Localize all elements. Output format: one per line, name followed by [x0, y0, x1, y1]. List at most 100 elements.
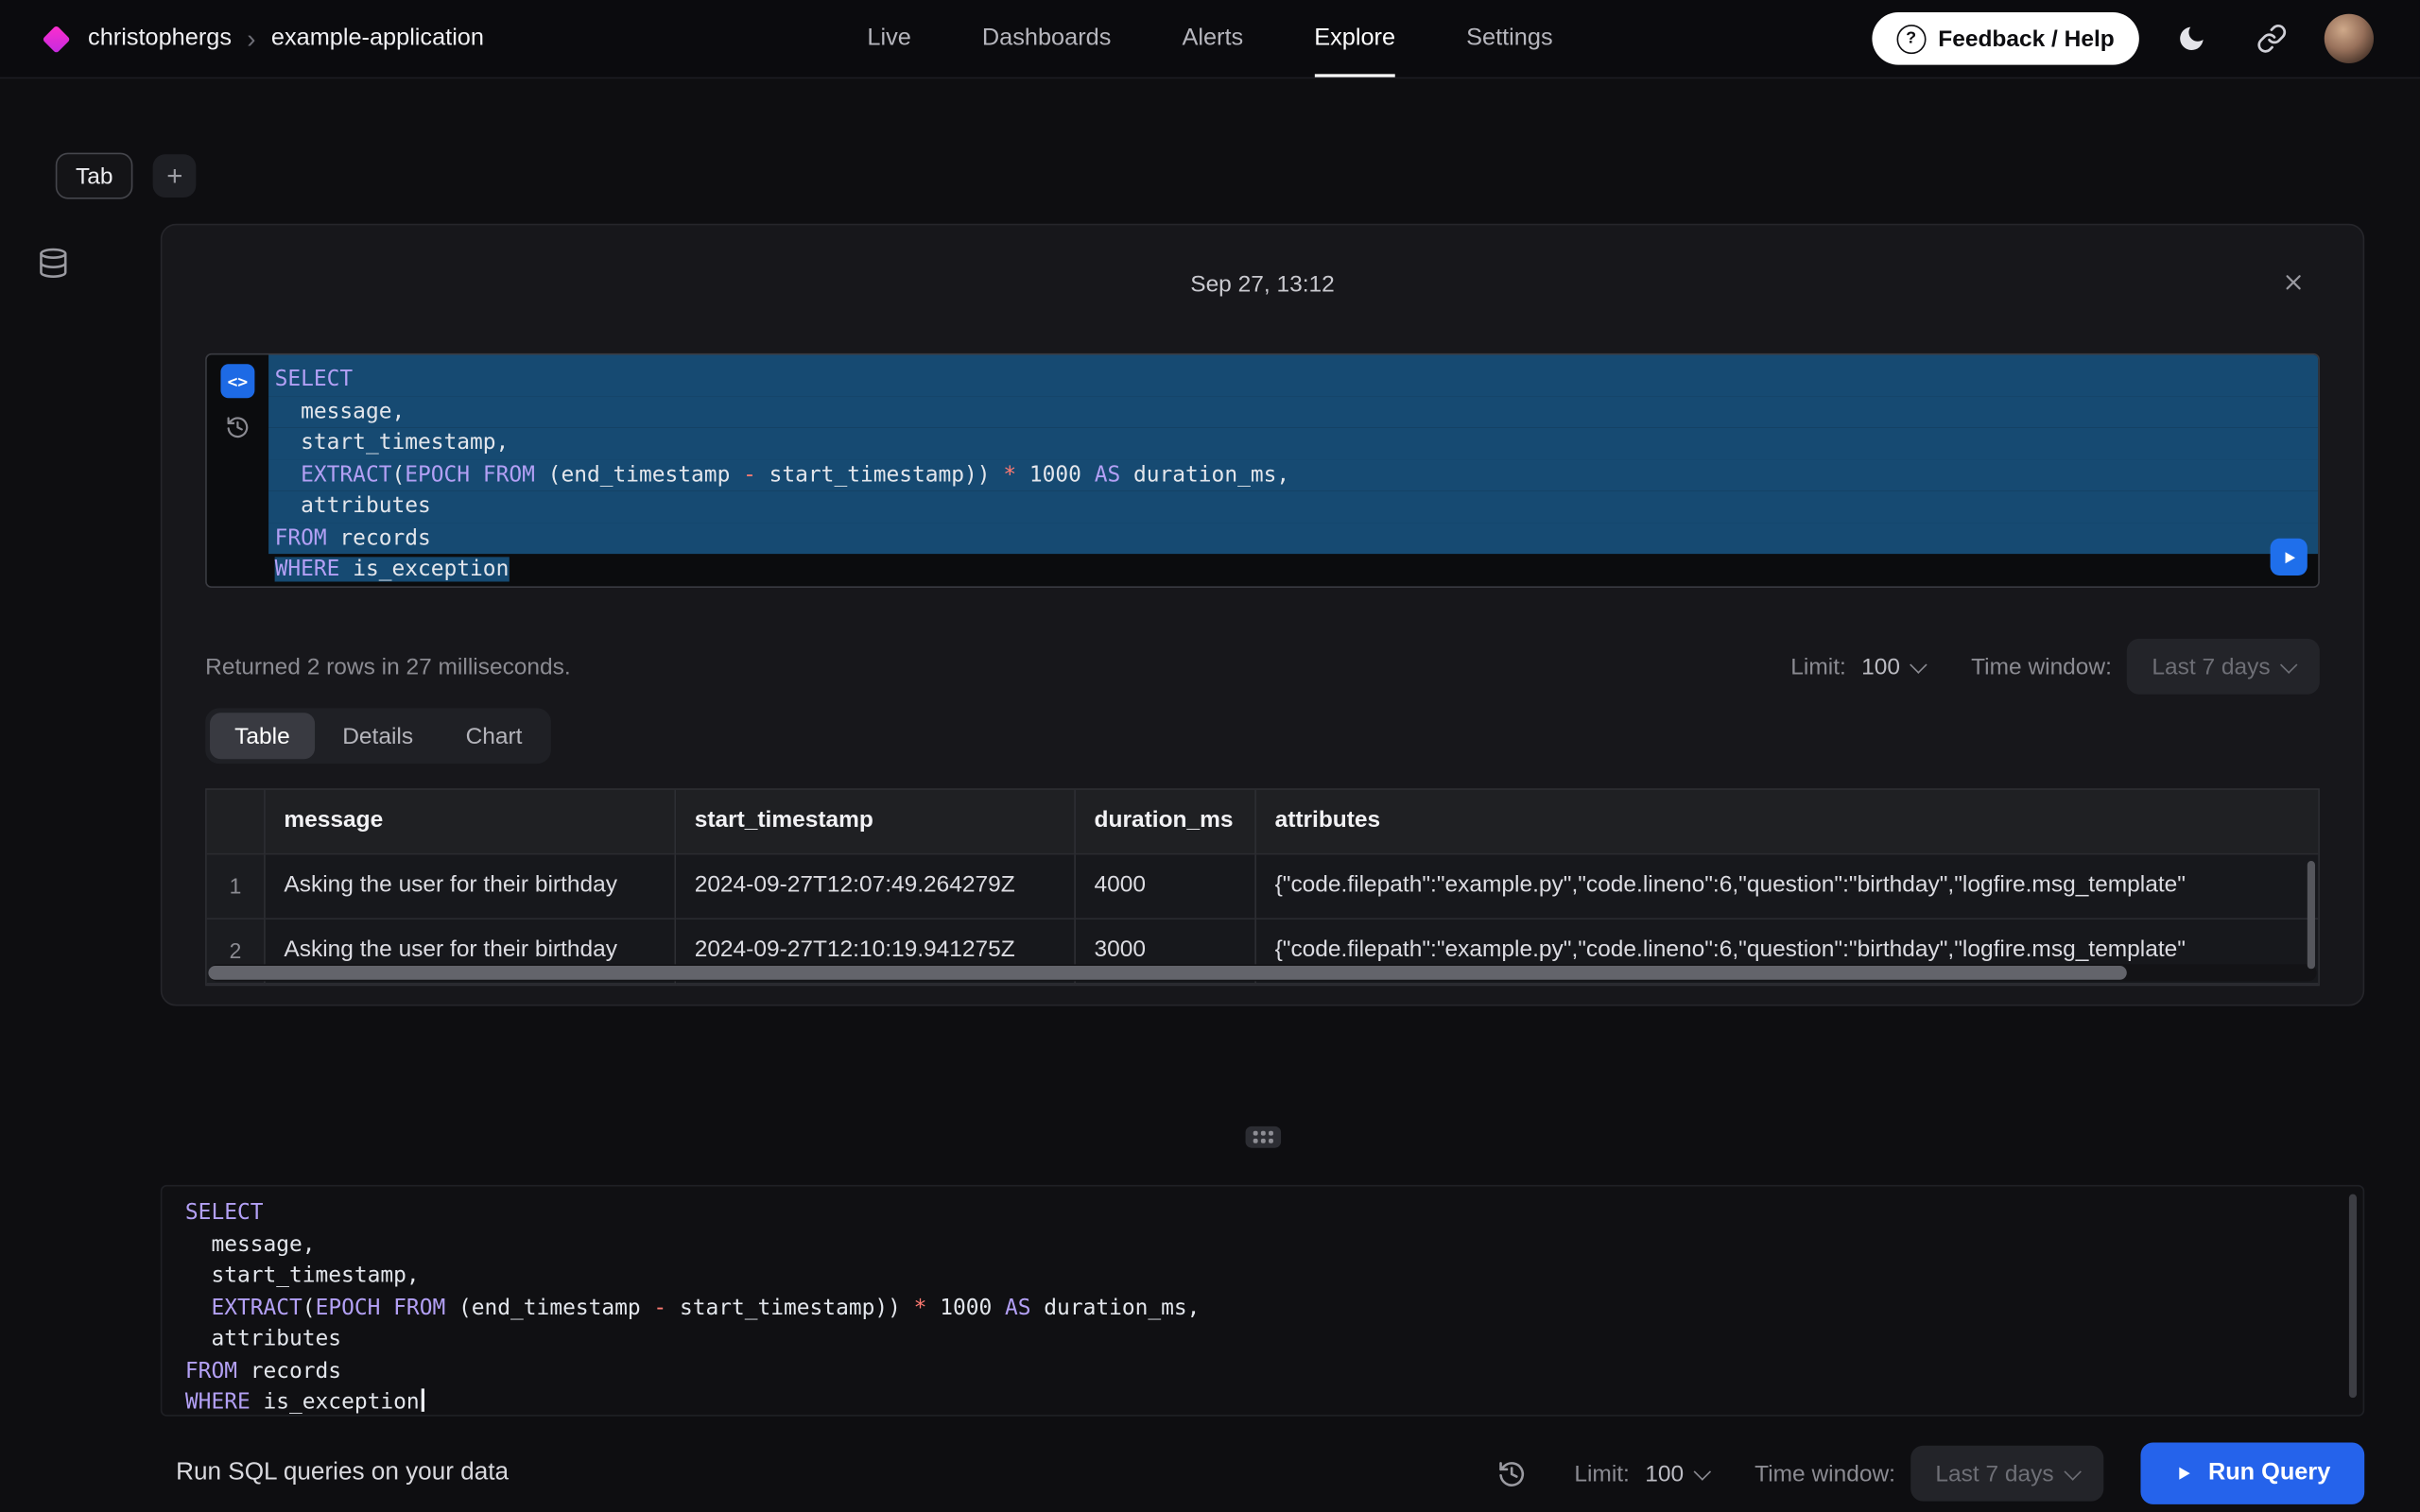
time-window-button[interactable]: Last 7 days [2127, 639, 2320, 695]
run-query-label: Run Query [2208, 1459, 2330, 1486]
breadcrumb-org[interactable]: christophergs [88, 25, 232, 52]
time-window-button[interactable]: Last 7 days [1910, 1446, 2103, 1502]
history-icon [225, 415, 250, 439]
rerun-query-button[interactable] [2271, 539, 2308, 576]
feedback-help-label: Feedback / Help [1938, 26, 2114, 52]
close-button[interactable] [2276, 266, 2310, 300]
view-tab-details[interactable]: Details [318, 713, 438, 759]
table-header-rownum [207, 790, 266, 855]
limit-label: Limit: [1574, 1460, 1630, 1486]
run-bar: Run SQL queries on your data Limit: 100 … [161, 1435, 2364, 1512]
tab-bar: Tab + [56, 153, 197, 199]
link-icon [2256, 23, 2288, 54]
sql-line: attributes [268, 490, 2318, 522]
play-icon [2174, 1464, 2193, 1483]
sql-line: message, [179, 1228, 2362, 1260]
vertical-scrollbar[interactable] [2308, 861, 2315, 969]
avatar[interactable] [2325, 14, 2374, 63]
sql-line: message, [268, 396, 2318, 427]
nav-item-alerts[interactable]: Alerts [1182, 0, 1243, 77]
sql-line: FROM records [179, 1355, 2362, 1386]
table-header-start_timestamp[interactable]: start_timestamp [676, 790, 1076, 855]
nav-right: ? Feedback / Help [1872, 10, 2420, 66]
sql-line: FROM records [268, 523, 2318, 554]
sql-editor[interactable]: SELECT message, start_timestamp, EXTRACT… [161, 1185, 2364, 1417]
table-header-message[interactable]: message [266, 790, 676, 855]
table-cell[interactable]: 4000 [1076, 854, 1256, 919]
history-icon [1496, 1459, 1526, 1488]
limit-select[interactable]: 100 [1645, 1460, 1708, 1486]
sql-line: WHERE is_exception [268, 554, 2318, 585]
editor-scrollbar[interactable] [2349, 1194, 2357, 1399]
query-history-button[interactable] [224, 414, 251, 441]
add-tab-button[interactable]: + [153, 154, 197, 198]
chevron-down-icon [1693, 1462, 1710, 1479]
sql-line: WHERE is_exception [179, 1387, 2362, 1417]
top-nav: christophergs › example-application Live… [0, 0, 2420, 78]
table-cell[interactable]: Asking the user for their birthday [266, 854, 676, 919]
logfire-logo-icon[interactable] [43, 25, 71, 53]
limit-value: 100 [1645, 1460, 1684, 1486]
result-meta: Returned 2 rows in 27 milliseconds. [205, 653, 571, 679]
close-icon [2281, 270, 2306, 295]
table-cell[interactable]: {"code.filepath":"example.py","code.line… [1256, 854, 2318, 919]
code-view-button[interactable]: <> [220, 364, 254, 398]
sql-line: SELECT [179, 1197, 2362, 1228]
chevron-down-icon [1910, 656, 1927, 673]
results-table-wrap: messagestart_timestampduration_msattribu… [205, 788, 2320, 986]
chevron-down-icon [2064, 1462, 2081, 1479]
sql-preview-gutter: <> [207, 355, 268, 587]
time-window-label: Time window: [1971, 653, 2112, 679]
chevron-right-icon: › [247, 26, 255, 52]
table-header-attributes[interactable]: attributes [1256, 790, 2318, 855]
breadcrumb-project[interactable]: example-application [271, 25, 484, 52]
query-timestamp: Sep 27, 13:12 [205, 271, 2320, 298]
sql-line: attributes [179, 1324, 2362, 1355]
horizontal-scrollbar[interactable] [208, 964, 2316, 981]
time-window-label: Time window: [1754, 1460, 1895, 1486]
horizontal-scrollbar-thumb[interactable] [208, 966, 2126, 980]
editor-history-button[interactable] [1494, 1456, 1528, 1490]
play-icon [2280, 548, 2297, 565]
sql-line: EXTRACT(EPOCH FROM (end_timestamp - star… [179, 1292, 2362, 1323]
app-root: christophergs › example-application Live… [0, 0, 2420, 1512]
splitter-handle[interactable] [1246, 1126, 1282, 1148]
table-rownum: 1 [207, 854, 266, 919]
moon-icon [2176, 23, 2207, 54]
grip-dots-icon [1253, 1131, 1273, 1143]
share-link-button[interactable] [2244, 10, 2300, 66]
breadcrumb: christophergs › example-application [88, 25, 484, 52]
nav-item-explore[interactable]: Explore [1314, 0, 1395, 77]
nav-items: Live Dashboards Alerts Explore Settings [867, 0, 1552, 77]
sql-line: start_timestamp, [179, 1261, 2362, 1292]
sql-preview-code[interactable]: SELECT message, start_timestamp, EXTRACT… [268, 355, 2318, 587]
limit-value: 100 [1861, 653, 1900, 679]
result-card: Sep 27, 13:12 <> SELECT message, start_t… [161, 224, 2364, 1006]
view-tab-table[interactable]: Table [210, 713, 315, 759]
sql-line: SELECT [268, 355, 2318, 396]
run-bar-controls: Limit: 100 Time window: Last 7 days Run … [1494, 1443, 2364, 1504]
result-controls: Limit: 100 Time window: Last 7 days [1790, 639, 2320, 695]
time-window-value: Last 7 days [2152, 653, 2270, 679]
result-meta-row: Returned 2 rows in 27 milliseconds. Limi… [205, 639, 2320, 695]
sql-editor-code[interactable]: SELECT message, start_timestamp, EXTRACT… [162, 1187, 2362, 1417]
table-cell[interactable]: 2024-09-27T12:07:49.264279Z [676, 854, 1076, 919]
theme-toggle-button[interactable] [2164, 10, 2220, 66]
limit-label: Limit: [1790, 653, 1846, 679]
feedback-help-button[interactable]: ? Feedback / Help [1872, 12, 2139, 65]
time-window-value: Last 7 days [1935, 1460, 2053, 1486]
limit-select[interactable]: 100 [1861, 653, 1925, 679]
schema-sidebar-toggle[interactable] [37, 247, 71, 281]
nav-item-dashboards[interactable]: Dashboards [982, 0, 1111, 77]
table-header-duration_ms[interactable]: duration_ms [1076, 790, 1256, 855]
tab-button[interactable]: Tab [56, 153, 133, 199]
results-table: messagestart_timestampduration_msattribu… [207, 790, 2318, 985]
sql-line: start_timestamp, [268, 427, 2318, 458]
question-icon: ? [1896, 24, 1926, 53]
nav-item-live[interactable]: Live [867, 0, 910, 77]
view-tab-chart[interactable]: Chart [441, 713, 546, 759]
nav-item-settings[interactable]: Settings [1466, 0, 1552, 77]
view-tabs: TableDetailsChart [205, 708, 551, 764]
result-card-header: Sep 27, 13:12 [205, 225, 2320, 353]
run-query-button[interactable]: Run Query [2140, 1443, 2364, 1504]
